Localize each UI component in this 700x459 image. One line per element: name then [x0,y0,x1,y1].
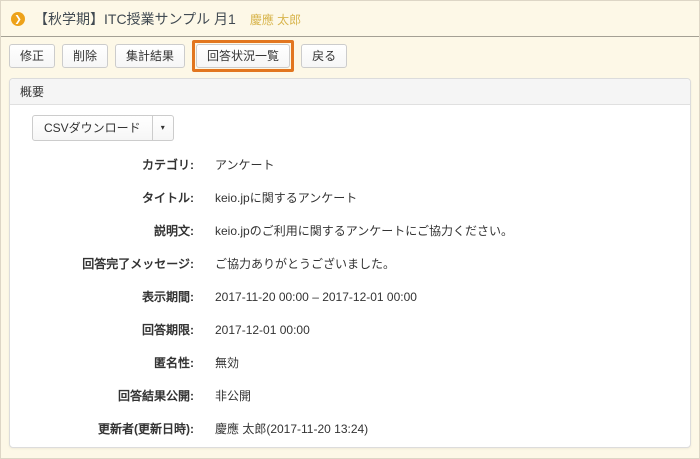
edit-button[interactable]: 修正 [9,44,55,68]
field-value: 2017-11-20 00:00 – 2017-12-01 00:00 [215,290,417,304]
csv-download-button[interactable]: CSVダウンロード [32,115,153,141]
field-label: 更新者(更新日時): [20,420,194,437]
field-row-description: 説明文: keio.jpのご利用に関するアンケートにご協力ください。 [20,214,680,247]
field-row-anonymity: 匿名性: 無効 [20,346,680,379]
field-row-updated-by: 更新者(更新日時): 慶應 太郎(2017-11-20 13:24) [20,412,680,445]
field-label: 説明文: [20,222,194,239]
response-status-list-button[interactable]: 回答状況一覧 [196,44,290,68]
page-header: ❯ 【秋学期】ITC授業サンプル 月1 慶應 太郎 [1,1,699,36]
field-label: 回答期限: [20,321,194,338]
field-label: タイトル: [20,189,194,206]
page-title: 【秋学期】ITC授業サンプル 月1 [34,9,236,29]
back-button[interactable]: 戻る [301,44,347,68]
csv-download-split-button: CSVダウンロード ▾ [32,115,174,141]
toolbar: 修正 削除 集計結果 回答状況一覧 戻る [1,37,699,75]
field-row-display-period: 表示期間: 2017-11-20 00:00 – 2017-12-01 00:0… [20,280,680,313]
field-row-category: カテゴリ: アンケート [20,148,680,181]
csv-dropdown-caret-button[interactable]: ▾ [153,115,174,141]
field-label: 回答完了メッセージ: [20,255,194,272]
field-value: 非公開 [215,387,251,404]
user-name: 慶應 太郎 [250,11,301,28]
delete-button[interactable]: 削除 [62,44,108,68]
field-row-title: タイトル: keio.jpに関するアンケート [20,181,680,214]
field-row-response-deadline: 回答期限: 2017-12-01 00:00 [20,313,680,346]
field-list: カテゴリ: アンケート タイトル: keio.jpに関するアンケート 説明文: … [20,148,680,445]
overview-panel: 概要 CSVダウンロード ▾ カテゴリ: アンケート タイトル: keio.jp… [9,78,691,448]
caret-down-icon: ▾ [161,123,165,132]
field-label: カテゴリ: [20,156,194,173]
field-row-completion-message: 回答完了メッセージ: ご協力ありがとうございました。 [20,247,680,280]
chevron-right-circle-icon: ❯ [11,12,25,26]
field-value: keio.jpに関するアンケート [215,189,357,206]
field-value: アンケート [215,156,275,173]
field-row-result-publication: 回答結果公開: 非公開 [20,379,680,412]
panel-title: 概要 [10,79,690,105]
field-value: 慶應 太郎(2017-11-20 13:24) [215,420,368,437]
field-value: 2017-12-01 00:00 [215,323,310,337]
field-value: keio.jpのご利用に関するアンケートにご協力ください。 [215,222,513,239]
field-label: 匿名性: [20,354,194,371]
page: ❯ 【秋学期】ITC授業サンプル 月1 慶應 太郎 修正 削除 集計結果 回答状… [0,0,700,459]
annotation-highlight-box: 回答状況一覧 [192,40,294,72]
aggregate-results-button[interactable]: 集計結果 [115,44,185,68]
field-label: 回答結果公開: [20,387,194,404]
field-value: ご協力ありがとうございました。 [215,255,395,272]
field-value: 無効 [215,354,239,371]
panel-body: CSVダウンロード ▾ カテゴリ: アンケート タイトル: keio.jpに関す… [10,105,690,455]
field-label: 表示期間: [20,288,194,305]
